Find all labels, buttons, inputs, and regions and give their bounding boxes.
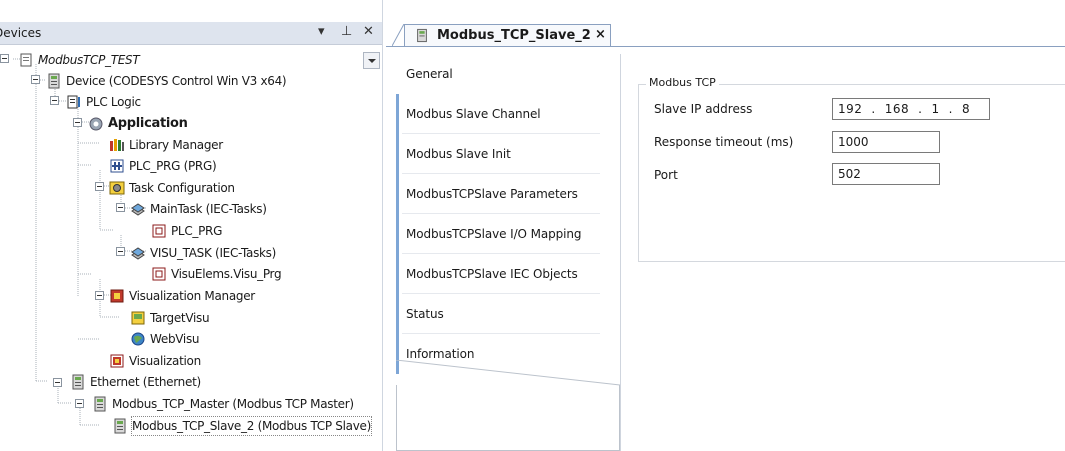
collapse-toggle-task-configuration[interactable] <box>95 182 104 191</box>
device-icon <box>114 418 126 434</box>
group-title: Modbus TCP <box>646 76 719 89</box>
side-tab-label: Modbus Slave Channel <box>406 107 541 121</box>
response-timeout-field[interactable]: 1000 <box>832 131 940 153</box>
side-tab-label: ModbusTCPSlave Parameters <box>406 187 578 201</box>
port-label: Port <box>654 168 678 182</box>
side-tab-modbustcpslave-parameters[interactable]: ModbusTCPSlave Parameters <box>396 174 620 214</box>
collapse-toggle-project[interactable] <box>0 54 9 63</box>
port-field[interactable]: 502 <box>832 163 940 185</box>
device-icon <box>48 73 60 89</box>
side-tab-modbus-slave-channel[interactable]: Modbus Slave Channel <box>396 94 620 134</box>
tree-node-label: Modbus_TCP_Slave_2 (Modbus TCP Slave) <box>131 416 372 436</box>
collapse-toggle-visu-task[interactable] <box>116 247 125 256</box>
library-manager-icon <box>110 139 124 151</box>
slave-ip-label: Slave IP address <box>654 102 753 116</box>
tab-accent-bar <box>396 214 399 254</box>
tab-title: Modbus_TCP_Slave_2 <box>437 28 591 43</box>
document-tab-bar: Modbus_TCP_Slave_2 × <box>386 22 1065 47</box>
task-icon <box>131 203 145 216</box>
device-tree: ModbusTCP_TEST Device (CODESYS Control W… <box>0 45 382 451</box>
project-icon <box>20 53 32 67</box>
side-tab-modbus-slave-init[interactable]: Modbus Slave Init <box>396 134 620 174</box>
tab-accent-bar <box>396 294 399 334</box>
target-visu-icon <box>131 311 145 325</box>
collapse-toggle-application[interactable] <box>73 118 82 127</box>
application-gear-icon <box>89 117 103 131</box>
tree-node-label: Ethernet (Ethernet) <box>90 375 201 389</box>
web-visu-icon <box>131 332 145 346</box>
panel-menu-dropdown-icon[interactable]: ▾ <box>318 24 325 40</box>
tree-node-label: Application <box>108 116 188 131</box>
editor-area: Modbus_TCP_Slave_2 × General Modbus Slav… <box>386 0 1065 451</box>
slave-ip-address-field[interactable]: 192. 168. 1. 8 <box>832 98 990 120</box>
side-tab-general[interactable]: General <box>396 54 620 94</box>
ip-octet-1[interactable]: 192 <box>838 99 862 119</box>
tree-node-label: Visualization <box>129 354 201 368</box>
tree-node-label: PLC Logic <box>86 95 141 109</box>
program-call-icon <box>152 224 166 238</box>
tree-node-label: PLC_PRG <box>171 224 223 238</box>
tab-modbus-tcp-slave-2[interactable]: Modbus_TCP_Slave_2 × <box>404 24 611 46</box>
tab-close-icon[interactable]: × <box>595 27 606 42</box>
ip-separator: . <box>871 102 876 116</box>
ip-octet-3[interactable]: 1 <box>931 99 939 119</box>
collapse-toggle-modbus-master[interactable] <box>75 399 84 408</box>
collapse-toggle-plc-logic[interactable] <box>50 96 59 105</box>
tab-accent-bar <box>396 134 399 174</box>
close-panel-icon[interactable]: ✕ <box>363 24 374 40</box>
tab-accent-bar <box>396 174 399 214</box>
tab-accent-bar <box>396 94 399 134</box>
collapse-toggle-device[interactable] <box>31 75 40 84</box>
side-tab-label: Information <box>406 347 475 361</box>
side-tab-modbustcpslave-iec-objects[interactable]: ModbusTCPSlave IEC Objects <box>396 254 620 294</box>
ip-octet-4[interactable]: 8 <box>962 99 970 119</box>
side-tab-modbustcpslave-io-mapping[interactable]: ModbusTCPSlave I/O Mapping <box>396 214 620 254</box>
devices-panel: Devices ▾ ⊥ ✕ <box>0 0 383 451</box>
tree-node-label: Task Configuration <box>129 181 235 195</box>
device-icon <box>94 396 106 412</box>
device-icon <box>72 374 84 390</box>
side-tab-label: General <box>406 67 453 81</box>
pin-icon[interactable]: ⊥ <box>341 24 352 40</box>
program-call-icon <box>152 267 166 281</box>
tree-node-label: Modbus_TCP_Master (Modbus TCP Master) <box>112 397 354 411</box>
tree-node-label: VisuElems.Visu_Prg <box>171 267 282 281</box>
devices-panel-header: Devices ▾ ⊥ ✕ <box>0 22 382 45</box>
tree-node-label: TargetVisu <box>150 311 210 325</box>
ip-separator: . <box>918 102 923 116</box>
visualization-manager-icon <box>110 289 124 303</box>
task-configuration-icon <box>109 181 125 195</box>
tree-node-label: Device (CODESYS Control Win V3 x64) <box>66 74 287 88</box>
tree-node-label: VISU_TASK (IEC-Tasks) <box>150 246 276 260</box>
side-tab-label: Modbus Slave Init <box>406 147 511 161</box>
collapse-toggle-visualization-manager[interactable] <box>95 291 104 300</box>
collapse-toggle-ethernet[interactable] <box>53 378 62 387</box>
tree-node-label: WebVisu <box>150 332 200 346</box>
side-tab-label: ModbusTCPSlave I/O Mapping <box>406 227 582 241</box>
plc-logic-icon <box>67 95 80 109</box>
tree-node-label: MainTask (IEC-Tasks) <box>150 202 267 216</box>
tree-node-label: PLC_PRG (PRG) <box>129 159 217 173</box>
side-tab-label: Status <box>406 307 444 321</box>
devices-panel-title: Devices <box>0 26 42 40</box>
response-timeout-label: Response timeout (ms) <box>654 135 794 149</box>
visualization-icon <box>110 354 124 368</box>
tree-node-label: Visualization Manager <box>129 289 255 303</box>
collapse-toggle-maintask[interactable] <box>116 203 125 212</box>
task-icon <box>131 247 145 260</box>
side-tab-label: ModbusTCPSlave IEC Objects <box>406 267 578 281</box>
tab-accent-bar <box>396 254 399 294</box>
general-settings-panel: Modbus TCP Slave IP address 192. 168. 1. 8 … <box>628 54 1065 451</box>
tree-node-label: ModbusTCP_TEST <box>38 53 140 67</box>
program-icon <box>110 159 124 173</box>
ip-separator: . <box>948 102 953 116</box>
device-icon <box>417 28 427 43</box>
tree-node-label: Library Manager <box>129 138 223 152</box>
side-tab-status[interactable]: Status <box>396 294 620 334</box>
ip-octet-2[interactable]: 168 <box>885 99 909 119</box>
tab-list-footer <box>396 385 620 451</box>
